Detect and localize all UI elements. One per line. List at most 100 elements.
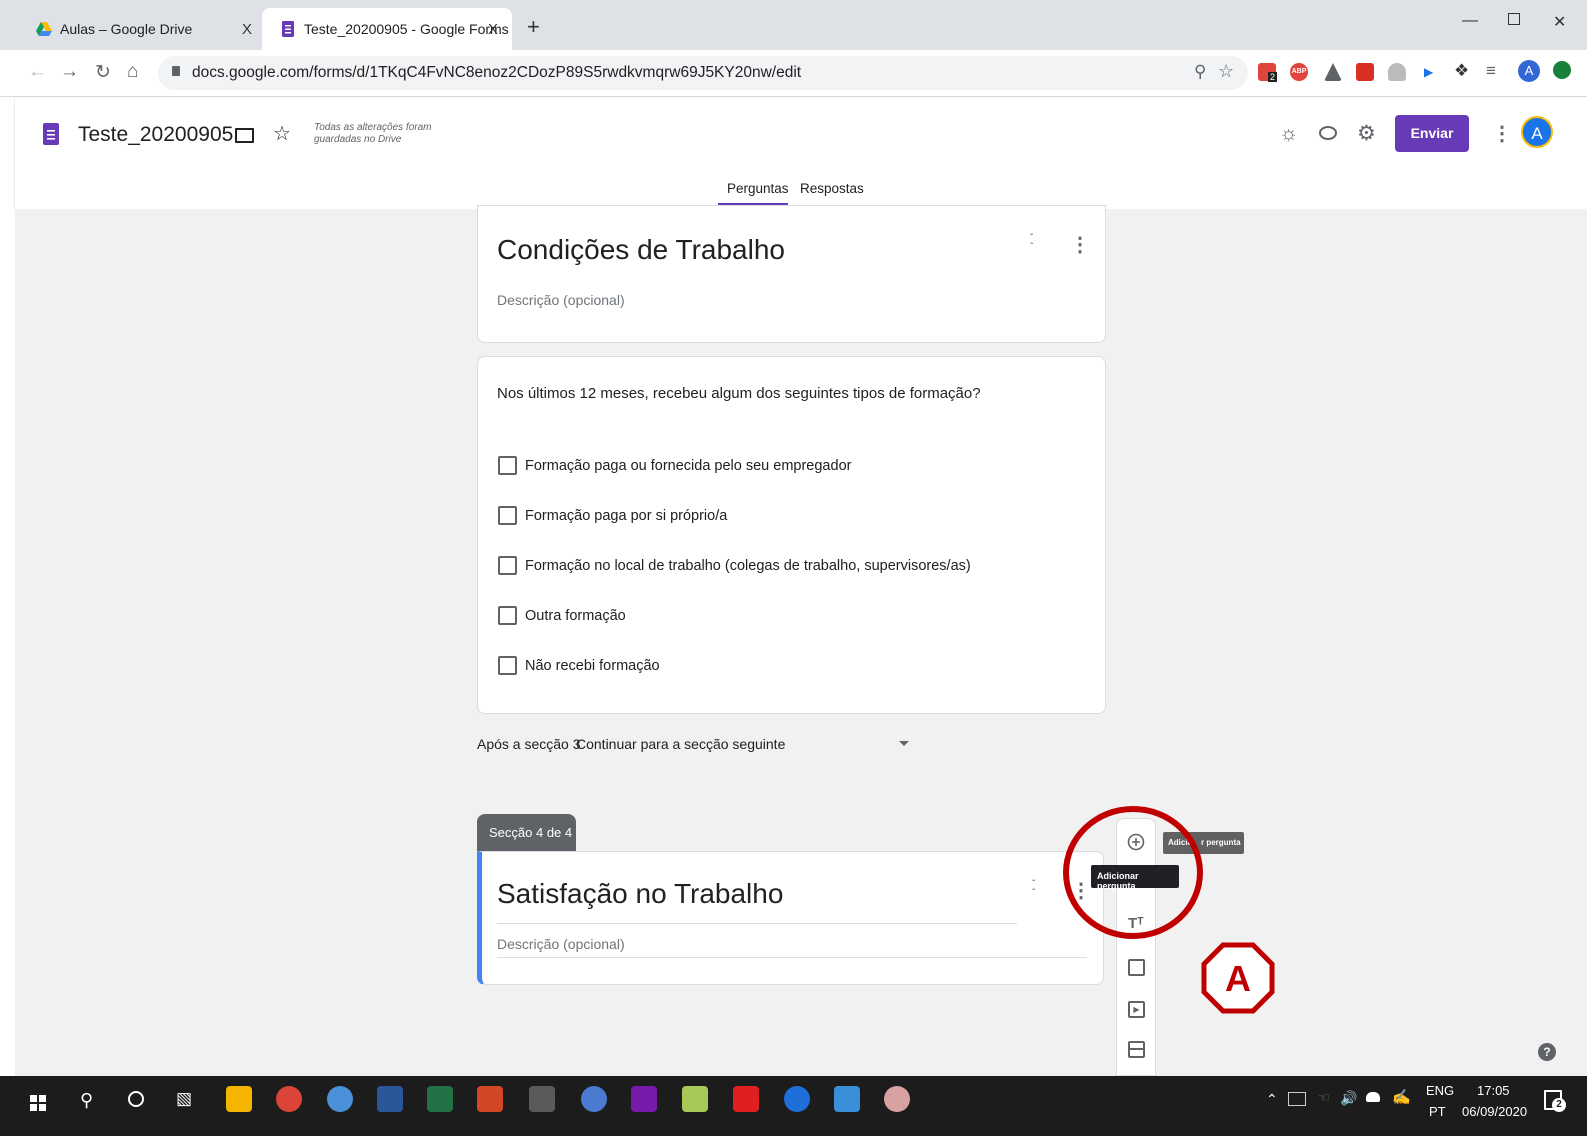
option-row[interactable]: Não recebi formação [498,656,660,675]
r-icon[interactable] [581,1086,607,1112]
powerpoint-icon[interactable] [477,1086,503,1112]
extensions-puzzle-icon[interactable]: ❖ [1454,61,1469,81]
google-drive-icon [36,22,52,36]
help-icon[interactable]: ? [1538,1043,1556,1061]
after-section-value: Continuar para a secção seguinte [576,736,786,752]
extension-meet-icon[interactable]: 2 [1258,63,1278,82]
collapse-icon[interactable]: ˇˆ [1030,234,1033,253]
collapse-icon[interactable]: ˇˆ [1032,880,1035,899]
option-row[interactable]: Outra formação [498,606,626,625]
task-view-icon[interactable]: ▧ [176,1089,192,1109]
file-explorer-icon[interactable] [226,1086,252,1112]
account-avatar[interactable]: A [1521,116,1553,148]
tab-close-button[interactable]: X [488,21,498,38]
description-underline [497,957,1087,958]
bookmark-star-icon[interactable]: ☆ [1218,61,1234,82]
preview-eye-icon[interactable] [1319,126,1337,140]
clock-time[interactable]: 17:05 [1477,1083,1510,1098]
clock-date[interactable]: 06/09/2020 [1462,1104,1527,1119]
tab-close-button[interactable]: X [242,21,252,38]
search-icon[interactable]: ⚲ [80,1090,93,1111]
settings-gear-icon[interactable]: ⚙ [1357,121,1376,146]
checkbox[interactable] [498,606,517,625]
volume-icon[interactable]: 🔊 [1340,1090,1357,1107]
acrobat-icon[interactable] [733,1086,759,1112]
forward-icon[interactable]: → [60,61,79,83]
word-icon[interactable] [377,1086,403,1112]
question-card[interactable]: Nos últimos 12 meses, recebeu algum dos … [477,356,1106,714]
option-row[interactable]: Formação no local de trabalho (colegas d… [498,556,971,575]
onenote-icon[interactable] [631,1086,657,1112]
extension-red-icon[interactable] [1356,63,1374,81]
add-video-icon[interactable]: ▶ [1128,1001,1145,1018]
photos-icon[interactable] [834,1086,860,1112]
checkbox[interactable] [498,656,517,675]
zoom-icon[interactable]: ⚲ [1194,62,1206,82]
add-section-icon[interactable] [1128,1041,1145,1058]
lang-top[interactable]: ENG [1426,1083,1454,1098]
section-description[interactable]: Descrição (opcional) [497,292,625,308]
app-globe-icon[interactable] [327,1086,353,1112]
wifi-icon[interactable]: ☜ [1318,1090,1330,1106]
section-header-card-active[interactable]: Satisfação no Trabalho Descrição (opcion… [477,851,1104,985]
section-header-card[interactable]: Condições de Trabalho Descrição (opciona… [477,205,1106,343]
question-title[interactable]: Nos últimos 12 meses, recebeu algum dos … [497,385,981,402]
maximize-icon[interactable] [1508,13,1520,25]
keyboard-icon[interactable] [1288,1092,1306,1106]
media-icon[interactable]: ▶ [1424,65,1433,79]
calculator-icon[interactable] [529,1086,555,1112]
reload-icon[interactable]: ↻ [95,61,111,84]
folder-icon[interactable] [235,128,254,143]
tab-google-drive[interactable]: Aulas – Google Drive X [18,8,266,50]
section-divider-line [1130,1048,1143,1050]
lang-bottom[interactable]: PT [1429,1104,1446,1119]
chrome-icon[interactable] [276,1086,302,1112]
adblock-icon[interactable]: ABP [1290,63,1308,81]
section-title[interactable]: Satisfação no Trabalho [497,878,783,910]
new-tab-button[interactable]: + [527,14,540,40]
checkbox[interactable] [498,556,517,575]
section-description[interactable]: Descrição (opcional) [497,936,625,952]
snipping-tool-icon[interactable] [884,1086,910,1112]
close-window-icon[interactable]: ✕ [1553,12,1566,32]
cortana-icon[interactable] [128,1091,144,1107]
url-text[interactable]: docs.google.com/forms/d/1TKqC4FvNC8enoz2… [192,64,801,82]
forms-logo-icon[interactable] [43,123,59,145]
after-section-dropdown[interactable]: Continuar para a secção seguinte [576,734,910,756]
back-icon[interactable]: ← [28,61,47,83]
add-image-icon[interactable] [1128,959,1145,976]
star-icon[interactable]: ☆ [273,121,291,146]
profile-avatar[interactable]: A [1518,60,1540,82]
address-bar[interactable]: docs.google.com/forms/d/1TKqC4FvNC8enoz2… [158,56,1248,90]
palette-icon[interactable]: ☼ [1279,122,1298,146]
notifications-icon[interactable]: 2 [1544,1090,1566,1112]
checkbox[interactable] [498,456,517,475]
pen-icon[interactable]: ✍ [1392,1088,1411,1106]
tab-perguntas[interactable]: Perguntas [727,181,789,196]
section-more-icon[interactable]: ⋮ [1070,232,1090,257]
section-title[interactable]: Condições de Trabalho [497,234,785,266]
save-status-line2: guardadas no Drive [314,134,402,145]
reading-list-icon[interactable]: ≡ [1486,61,1496,81]
drive-extension-icon[interactable] [1324,63,1342,81]
edge-icon[interactable] [784,1086,810,1112]
option-row[interactable]: Formação paga ou fornecida pelo seu empr… [498,456,851,475]
extension-figure-icon[interactable] [1388,63,1406,81]
browser-toolbar: ← → ↻ ⌂ docs.google.com/forms/d/1TKqC4Fv… [0,50,1587,97]
tab-google-forms[interactable]: Teste_20200905 - Google Forms X [262,8,512,50]
minimize-icon[interactable]: — [1462,12,1478,30]
onedrive-icon[interactable] [1366,1092,1380,1102]
more-options-icon[interactable]: ⋮ [1492,121,1512,146]
home-icon[interactable]: ⌂ [127,61,138,83]
update-icon[interactable] [1553,61,1571,79]
windows-start-icon[interactable] [30,1095,46,1111]
tab-respostas[interactable]: Respostas [800,181,864,196]
form-title[interactable]: Teste_20200905 [78,123,233,147]
option-row[interactable]: Formação paga por si próprio/a [498,506,727,525]
tray-chevron-icon[interactable]: ⌃ [1266,1091,1278,1108]
checkbox[interactable] [498,506,517,525]
notepad-icon[interactable] [682,1086,708,1112]
send-button[interactable]: Enviar [1395,115,1469,152]
option-label: Formação paga ou fornecida pelo seu empr… [525,457,852,474]
excel-icon[interactable] [427,1086,453,1112]
